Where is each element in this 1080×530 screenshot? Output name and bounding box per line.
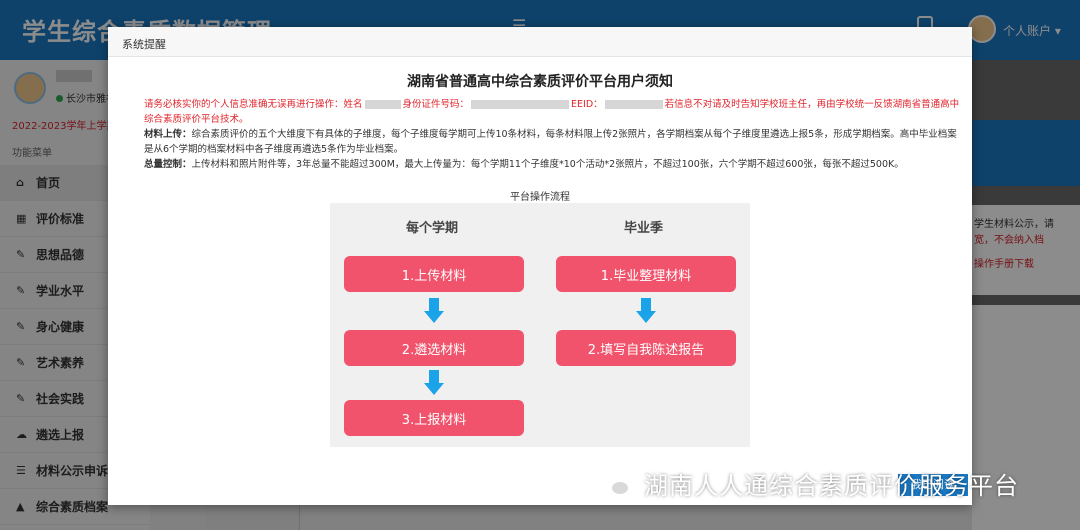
dialog-header: 系统提醒: [108, 27, 972, 57]
wechat-icon: [598, 470, 632, 498]
down-arrow-icon: [636, 298, 656, 326]
upload-rules: 材料上传：综合素质评价的五个大维度下有具体的子维度，每个子维度每学期可上传10条…: [144, 129, 957, 155]
flow-step-select: 2.遴选材料: [344, 330, 524, 366]
notice-dialog: 系统提醒 湖南省普通高中综合素质评价平台用户须知 请务必核实你的个人信息准确无误…: [108, 27, 972, 505]
flow-step-self-statement: 2.填写自我陈述报告: [556, 330, 736, 366]
verify-info-warning: 请务必核实你的个人信息准确无误再进行操作：姓名 身份证件号码： EEID： 若信息不对…: [144, 99, 960, 125]
down-arrow-icon: [424, 298, 444, 326]
dialog-title: 湖南省普通高中综合素质评价平台用户须知: [407, 74, 673, 90]
flow-column-title-semester: 每个学期: [406, 221, 459, 236]
down-arrow-icon: [424, 370, 444, 398]
flow-caption: 平台操作流程: [510, 192, 570, 203]
redacted-id: [471, 100, 570, 109]
quota-rules: 总量控制：上传材料和照片附件等，3年总量不能超过300M，最大上传量为：每个学期…: [144, 159, 904, 170]
flow-column-title-graduation: 毕业季: [624, 221, 664, 236]
watermark: 湖南人人通综合素质评价服务平台: [598, 466, 1019, 501]
flow-step-organize: 1.毕业整理材料: [556, 256, 736, 292]
flow-step-upload: 1.上传材料: [344, 256, 524, 292]
flow-step-report: 3.上报材料: [344, 400, 524, 436]
redacted-eeid: [604, 100, 663, 109]
process-flowchart: 每个学期 毕业季 1.上传材料 2.遴选材料 3.上报材料 1.毕业整理材料 2…: [330, 203, 750, 447]
redacted-name: [364, 100, 401, 109]
